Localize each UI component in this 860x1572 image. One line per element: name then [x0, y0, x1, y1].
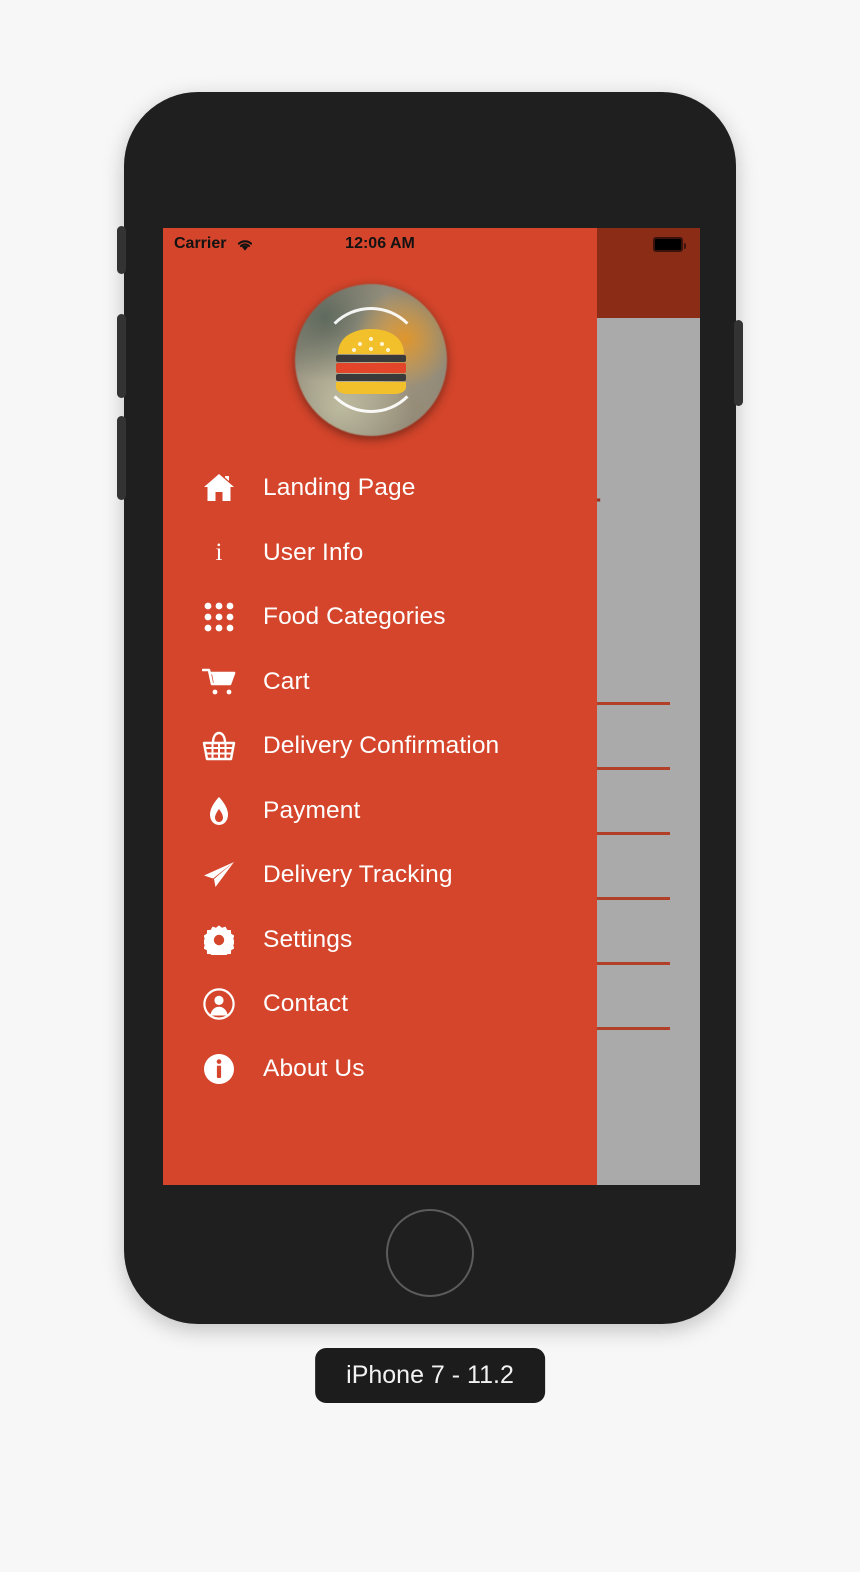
drawer-item-label: Payment: [263, 796, 361, 824]
drawer-item-label: About Us: [263, 1054, 365, 1082]
gear-icon: [201, 922, 237, 958]
drawer-item-label: Landing Page: [263, 474, 416, 502]
drawer-item-delivery-confirmation[interactable]: Delivery Confirmation: [163, 714, 597, 779]
side-drawer-menu: Carrier 12:06 AM Landing Page i User Inf…: [163, 228, 597, 1185]
drawer-item-cart[interactable]: Cart: [163, 650, 597, 715]
drawer-item-label: Contact: [263, 990, 349, 1018]
shopping-cart-icon: [201, 664, 237, 700]
phone-device-frame: ET Carrier 12:06 AM: [117, 92, 743, 1324]
drawer-menu-list: Landing Page i User Info Food Categories Car…: [163, 456, 597, 1101]
simulator-device-caption: iPhone 7 - 11.2: [315, 1348, 545, 1403]
phone-screen: ET Carrier 12:06 AM: [163, 228, 700, 1185]
power-button[interactable]: [734, 320, 743, 406]
info-circle-icon: [201, 1051, 237, 1087]
drawer-item-delivery-tracking[interactable]: Delivery Tracking: [163, 843, 597, 908]
drawer-item-payment[interactable]: Payment: [163, 779, 597, 844]
status-bar: Carrier 12:06 AM: [163, 228, 597, 262]
basket-icon: [201, 728, 237, 764]
burger-logo: [336, 329, 406, 394]
clock-label: 12:06 AM: [345, 235, 415, 252]
drawer-item-food-categories[interactable]: Food Categories: [163, 585, 597, 650]
drawer-item-label: Cart: [263, 667, 310, 695]
info-letter-icon: i: [215, 538, 223, 566]
drawer-item-label: Settings: [263, 925, 353, 953]
drawer-item-contact[interactable]: Contact: [163, 972, 597, 1037]
drawer-item-user-info[interactable]: i User Info: [163, 521, 597, 586]
volume-down-button[interactable]: [117, 416, 126, 500]
drawer-item-label: Delivery Confirmation: [263, 732, 500, 760]
drawer-item-label: Food Categories: [263, 603, 446, 631]
screenshot-stage: ET Carrier 12:06 AM: [0, 0, 860, 1572]
drawer-item-about-us[interactable]: About Us: [163, 1037, 597, 1102]
drawer-item-label: Delivery Tracking: [263, 861, 453, 889]
home-icon: [201, 470, 237, 506]
silent-switch[interactable]: [117, 226, 126, 274]
user-avatar[interactable]: [295, 284, 447, 436]
drawer-item-settings[interactable]: Settings: [163, 908, 597, 973]
battery-icon: [653, 237, 686, 252]
drawer-item-label: User Info: [263, 538, 364, 566]
drawer-item-landing-page[interactable]: Landing Page: [163, 456, 597, 521]
paper-plane-icon: [201, 857, 237, 893]
volume-up-button[interactable]: [117, 314, 126, 398]
home-button[interactable]: [386, 1209, 474, 1297]
person-circle-icon: [201, 986, 237, 1022]
grid-dots-icon: [201, 599, 237, 635]
flame-icon: [201, 793, 237, 829]
